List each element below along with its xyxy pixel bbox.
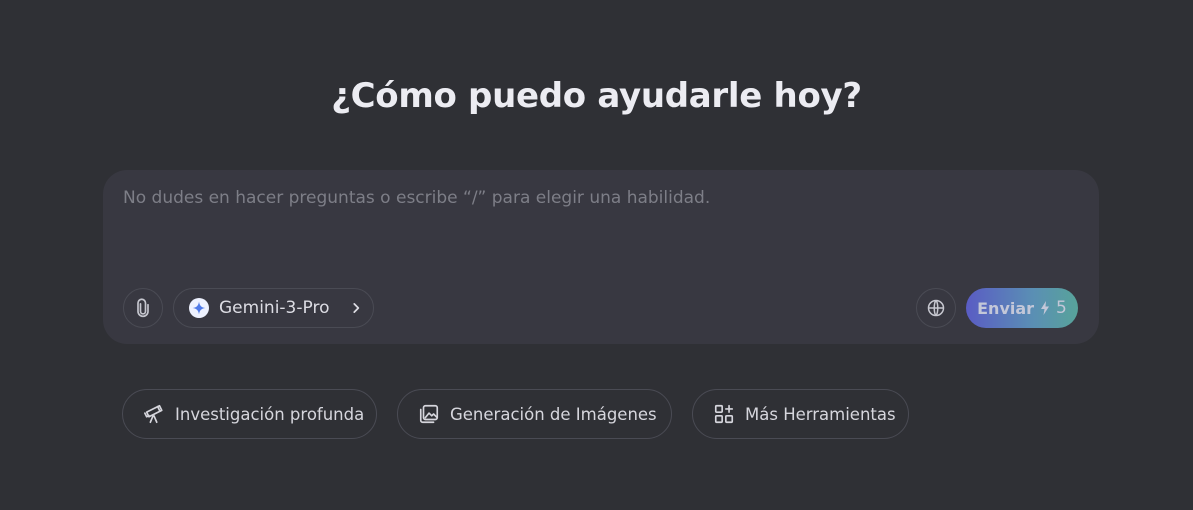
image-gallery-icon [418,403,440,425]
chat-home: ¿Cómo puedo ayudarle hoy? Gemini-3-Pro [0,0,1193,510]
paperclip-icon [133,298,153,318]
chevron-right-icon [349,301,363,315]
tool-label: Más Herramientas [745,404,896,424]
send-button[interactable]: Enviar 5 [966,288,1078,328]
attach-button[interactable] [123,288,163,328]
image-generation-button[interactable]: Generación de Imágenes [397,389,672,439]
send-label: Enviar [977,298,1035,318]
prompt-input[interactable] [123,188,1073,278]
model-selector[interactable]: Gemini-3-Pro [173,288,374,328]
deep-research-button[interactable]: Investigación profunda [122,389,377,439]
more-tools-button[interactable]: Más Herramientas [692,389,909,439]
tool-label: Generación de Imágenes [450,404,657,424]
lightning-icon [1040,301,1050,315]
gemini-sparkle-icon [189,298,209,318]
page-title: ¿Cómo puedo ayudarle hoy? [331,76,862,116]
prompt-composer: Gemini-3-Pro Enviar [103,170,1099,344]
model-label: Gemini-3-Pro [219,298,330,318]
globe-icon [926,298,946,318]
send-credit-count: 5 [1056,298,1067,318]
web-search-button[interactable] [916,288,956,328]
tool-label: Investigación profunda [175,404,365,424]
telescope-icon [143,403,165,425]
apps-grid-icon [713,403,735,425]
